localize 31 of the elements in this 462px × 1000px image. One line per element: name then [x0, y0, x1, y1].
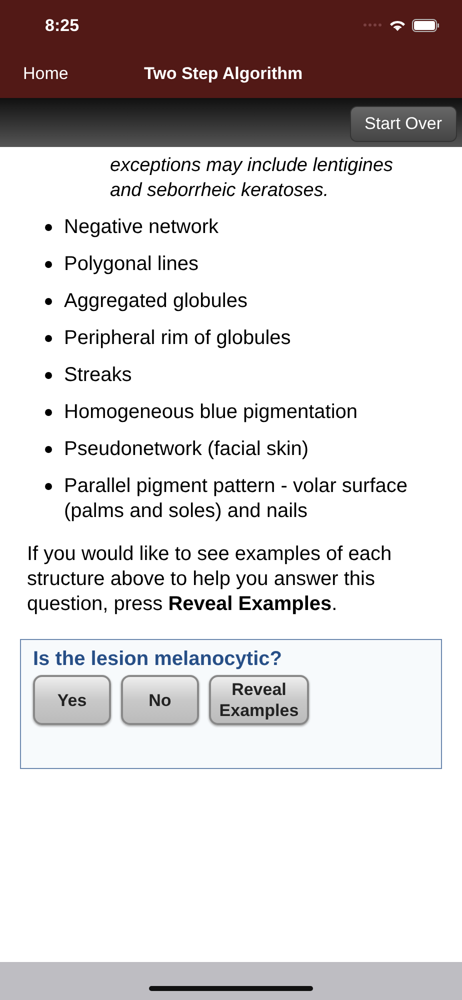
battery-icon [412, 18, 440, 32]
bullet-dot [45, 409, 52, 416]
home-link[interactable]: Home [23, 64, 68, 84]
list-item-text: Pseudonetwork (facial skin) [64, 437, 309, 462]
list-item-text: Peripheral rim of globules [64, 326, 291, 351]
bullet-dot [45, 372, 52, 379]
instructions-paragraph: If you would like to see examples of each structure above to help you answer this question, press Reveal Examples. [27, 542, 393, 617]
list-item-text: Polygonal lines [64, 252, 199, 277]
signal-icon [363, 23, 383, 27]
answer-button[interactable]: No [121, 675, 199, 725]
nav-title: Two Step Algorithm [144, 64, 303, 84]
bullet-dot [45, 335, 52, 342]
home-indicator[interactable] [149, 986, 313, 991]
bullet-dot [45, 446, 52, 453]
bullet-dot [45, 261, 52, 268]
list-item-text: Homogeneous blue pigmentation [64, 400, 358, 425]
list-item-text: Streaks [64, 363, 132, 388]
list-item-text: Negative network [64, 215, 219, 240]
start-over-button[interactable]: Start Over [350, 106, 457, 142]
note-text: and seborrheic keratoses. [110, 179, 330, 203]
answer-button[interactable]: Yes [33, 675, 111, 725]
status-time: 8:25 [45, 16, 80, 36]
bullet-dot [45, 298, 52, 305]
note-text: exceptions may include lentigines [110, 154, 394, 178]
answer-button[interactable]: Reveal Examples [209, 675, 309, 725]
bullet-dot [45, 224, 52, 231]
bullet-dot [45, 483, 52, 490]
question-title: Is the lesion melanocytic? [33, 648, 283, 671]
wifi-icon [389, 19, 406, 31]
list-item-text: Aggregated globules [64, 289, 248, 314]
list-item-text: Parallel pigment pattern - volar surface (palms and soles) and nails [64, 474, 408, 524]
